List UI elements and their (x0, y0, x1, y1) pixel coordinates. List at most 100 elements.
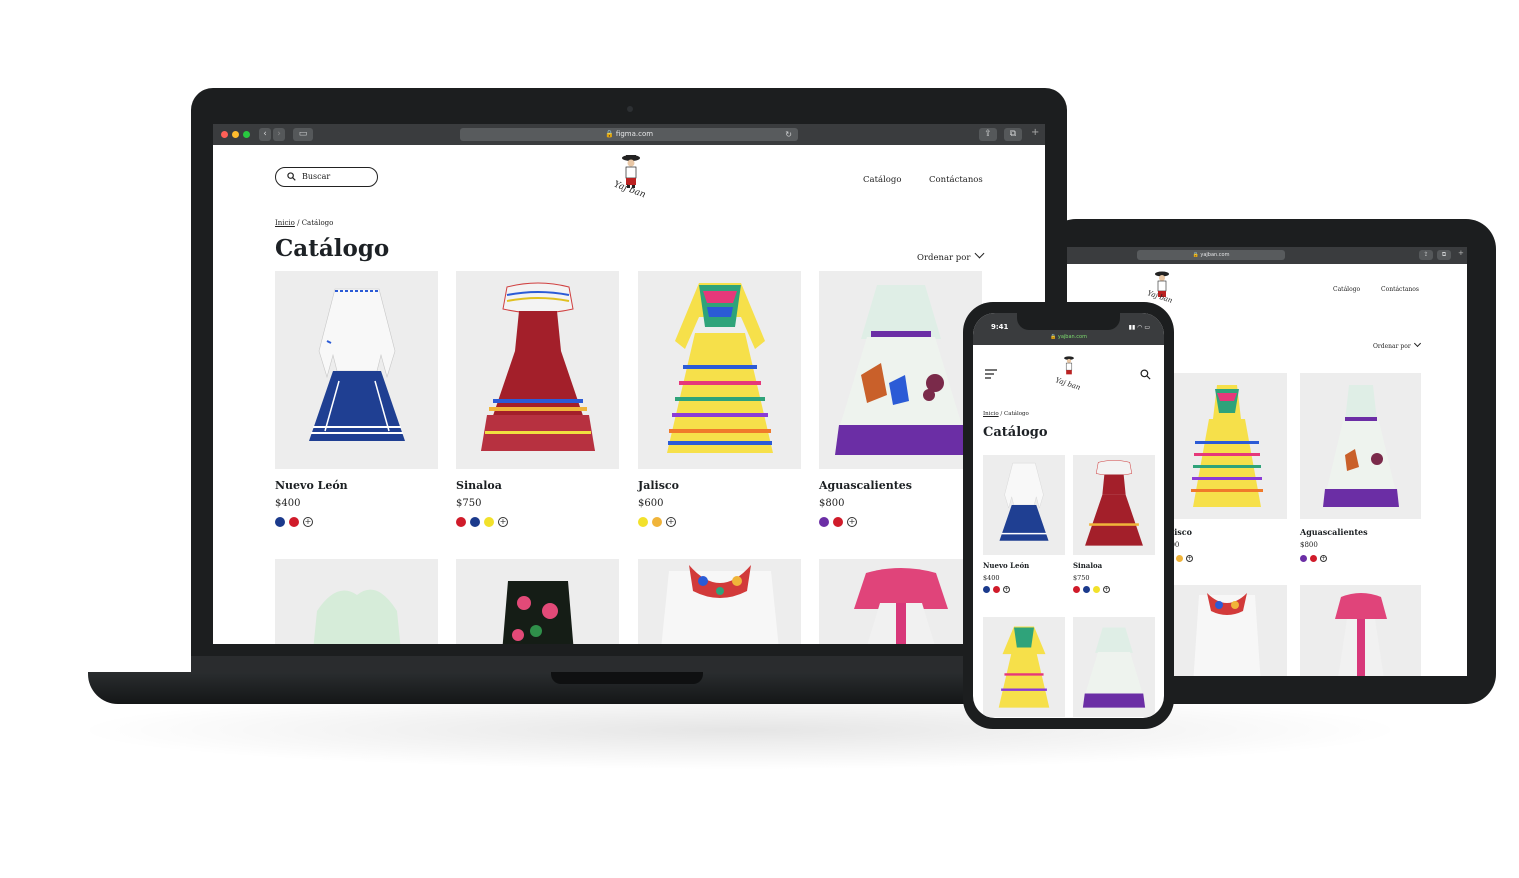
swatch-blue[interactable] (275, 517, 285, 527)
product-image (638, 271, 801, 469)
breadcrumb: Inicio / Catálogo (983, 411, 1029, 417)
share-icon[interactable]: ⇪ (979, 128, 997, 141)
swatch-yellow[interactable] (484, 517, 494, 527)
breadcrumb-home[interactable]: Inicio (983, 411, 999, 417)
minimize-window-icon[interactable] (232, 131, 239, 138)
color-swatches: + (1073, 586, 1155, 593)
new-tab-icon[interactable]: + (1458, 249, 1464, 257)
swatch-blue[interactable] (470, 517, 480, 527)
product-card[interactable] (1166, 585, 1287, 676)
swatch-purple[interactable] (1300, 555, 1307, 562)
tabs-icon[interactable]: ⧉ (1004, 128, 1022, 141)
new-tab-icon[interactable]: + (1031, 127, 1039, 138)
swatch-red[interactable] (1310, 555, 1317, 562)
product-card[interactable]: Sinaloa $750 + (1073, 455, 1155, 593)
nav-contactanos[interactable]: Contáctanos (929, 175, 983, 185)
swatch-orange[interactable] (652, 517, 662, 527)
phone-screen: 9:41 ▮▮ ◠ ▭ 🔒 yajban.com Yaj ban Inicio … (973, 313, 1164, 718)
sidebar-toggle-icon[interactable]: ▭ (293, 128, 313, 141)
product-card[interactable]: Sinaloa $750 + (456, 271, 619, 527)
product-card[interactable] (275, 559, 438, 644)
dress-image (1322, 385, 1399, 507)
sort-dropdown[interactable]: Ordenar por (1373, 339, 1421, 350)
product-card[interactable] (819, 559, 982, 644)
add-color-icon[interactable]: + (1003, 586, 1010, 593)
product-card[interactable]: Jalisco $600 + (638, 271, 801, 527)
phone-url[interactable]: 🔒 yajban.com (973, 334, 1164, 340)
nav-contactanos[interactable]: Contáctanos (1381, 286, 1419, 293)
swatch-yellow[interactable] (1093, 586, 1100, 593)
product-image (456, 559, 619, 644)
share-icon[interactable]: ⇪ (1419, 250, 1433, 260)
product-card[interactable]: Nuevo León $400 + (983, 455, 1065, 593)
website: Buscar Yaj ban Catálogo Contáctanos Inic… (213, 145, 1045, 644)
hamburger-menu-icon[interactable] (985, 369, 997, 379)
product-card[interactable]: Aguascalientes $800 + (1300, 373, 1421, 562)
nav-catalogo[interactable]: Catálogo (863, 175, 901, 185)
url-bar[interactable]: 🔒 figma.com ↻ (460, 128, 798, 141)
product-card[interactable] (638, 559, 801, 644)
chevron-down-icon (974, 248, 985, 259)
tablet-url-bar[interactable]: 🔒 yajban.com (1137, 250, 1285, 260)
add-color-icon[interactable]: + (847, 517, 857, 527)
breadcrumb-home[interactable]: Inicio (275, 219, 295, 227)
forward-icon[interactable]: › (273, 128, 285, 141)
browser-bar: ‹ › ▭ 🔒 figma.com ↻ ⇪ ⧉ + (213, 124, 1045, 145)
swatch-red[interactable] (289, 517, 299, 527)
product-price: $400 (983, 574, 1000, 582)
swatch-red[interactable] (1073, 586, 1080, 593)
product-price: $750 (456, 498, 482, 509)
product-card[interactable]: alisco 600 + (1166, 373, 1287, 562)
swatch-blue[interactable] (983, 586, 990, 593)
dress-image (998, 626, 1050, 708)
sort-dropdown[interactable]: Ordenar por (917, 248, 985, 263)
product-card[interactable] (983, 617, 1065, 717)
tablet-url-text: yajban.com (1200, 252, 1230, 258)
product-image (983, 617, 1065, 717)
product-price: $800 (1300, 541, 1318, 549)
device-mockup-stage: 🔒 yajban.com ⇪ ⧉ + Yaj ban Catálogo Cont… (0, 0, 1519, 878)
color-swatches: + (819, 517, 982, 527)
back-icon[interactable]: ‹ (259, 128, 271, 141)
search-icon[interactable] (1140, 369, 1151, 380)
product-card[interactable] (1073, 617, 1155, 717)
swatch-red[interactable] (833, 517, 843, 527)
dress-image (502, 581, 573, 644)
product-price: $400 (275, 498, 301, 509)
add-color-icon[interactable]: + (498, 517, 508, 527)
breadcrumb-current: Catálogo (1003, 411, 1029, 417)
add-color-icon[interactable]: + (1103, 586, 1110, 593)
product-card[interactable]: Nuevo León $400 + (275, 271, 438, 527)
breadcrumb-separator: / (294, 219, 302, 227)
add-color-icon[interactable]: + (303, 517, 313, 527)
swatch-blue[interactable] (1083, 586, 1090, 593)
reload-icon[interactable]: ↻ (785, 128, 792, 141)
dress-image (308, 288, 405, 441)
dress-image (1334, 593, 1387, 676)
product-name: Aguascalientes (819, 479, 912, 492)
swatch-yellow[interactable] (638, 517, 648, 527)
swatch-purple[interactable] (819, 517, 829, 527)
dress-image (661, 565, 778, 644)
maximize-window-icon[interactable] (243, 131, 250, 138)
swatch-red[interactable] (993, 586, 1000, 593)
search-input[interactable]: Buscar (275, 167, 378, 187)
product-card[interactable] (1300, 585, 1421, 676)
tabs-icon[interactable]: ⧉ (1437, 250, 1451, 260)
product-price: 600 (1166, 541, 1287, 549)
close-window-icon[interactable] (221, 131, 228, 138)
swatch-orange[interactable] (1176, 555, 1183, 562)
product-card[interactable]: Aguascalientes $800 + (819, 271, 982, 527)
search-icon (287, 172, 296, 181)
product-image (1166, 373, 1287, 519)
swatch-red[interactable] (456, 517, 466, 527)
add-color-icon[interactable]: + (666, 517, 676, 527)
add-color-icon[interactable]: + (1320, 555, 1327, 562)
chevron-down-icon (1413, 339, 1421, 348)
color-swatches: + (275, 517, 438, 527)
add-color-icon[interactable]: + (1186, 555, 1193, 562)
product-image (819, 271, 982, 469)
product-card[interactable] (456, 559, 619, 644)
nav-catalogo[interactable]: Catálogo (1333, 286, 1360, 293)
product-name: Aguascalientes (1300, 527, 1368, 537)
